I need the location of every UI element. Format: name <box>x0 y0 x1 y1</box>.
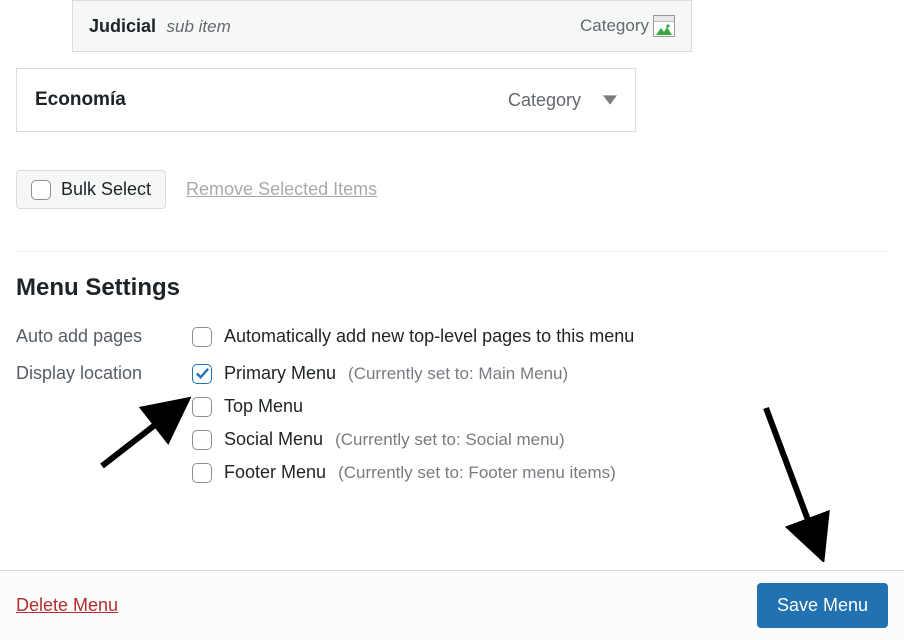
auto-add-pages-checkbox[interactable] <box>192 327 212 347</box>
display-location-checkbox[interactable] <box>192 430 212 450</box>
menu-sub-item-meta: sub item <box>166 17 230 36</box>
auto-add-pages-option[interactable]: Automatically add new top-level pages to… <box>192 326 634 347</box>
bulk-actions-row: Bulk Select Remove Selected Items <box>16 170 888 209</box>
menu-item-category-label: Category <box>508 90 581 111</box>
display-location-option-label: Social Menu <box>224 429 323 450</box>
display-location-option-label: Primary Menu <box>224 363 336 384</box>
display-location-options: Primary Menu (Currently set to: Main Menu… <box>192 363 616 483</box>
menu-sub-item-title-block: Judicial sub item <box>89 16 231 37</box>
bulk-select-label: Bulk Select <box>61 179 151 200</box>
display-location-option-paren: (Currently set to: Social menu) <box>335 430 565 450</box>
broken-image-icon <box>653 15 675 37</box>
remove-selected-link[interactable]: Remove Selected Items <box>186 179 377 200</box>
menu-sub-item-category-label: Category <box>580 16 649 36</box>
menu-item-right: Category <box>508 90 617 111</box>
auto-add-pages-text: Automatically add new top-level pages to… <box>224 326 634 347</box>
caret-down-icon[interactable] <box>603 93 617 107</box>
display-location-row: Display location Primary Menu (Currently … <box>16 363 888 483</box>
menu-item-title: Economía <box>35 89 126 111</box>
menu-sub-item-title: Judicial <box>89 16 156 36</box>
display-location-option[interactable]: Top Menu <box>192 396 616 417</box>
section-divider <box>16 251 888 252</box>
display-location-checkbox[interactable] <box>192 397 212 417</box>
display-location-option[interactable]: Primary Menu (Currently set to: Main Menu… <box>192 363 616 384</box>
menu-sub-item-right: Category <box>580 15 675 37</box>
bulk-select-checkbox[interactable] <box>31 180 51 200</box>
display-location-option-label: Footer Menu <box>224 462 326 483</box>
bottom-bar: Delete Menu Save Menu <box>0 570 904 640</box>
display-location-option[interactable]: Footer Menu (Currently set to: Footer men… <box>192 462 616 483</box>
display-location-option-paren: (Currently set to: Main Menu) <box>348 364 568 384</box>
menu-item-row[interactable]: Economía Category <box>16 68 636 132</box>
delete-menu-link[interactable]: Delete Menu <box>16 595 118 616</box>
menu-settings-heading: Menu Settings <box>16 274 888 302</box>
auto-add-pages-row: Auto add pages Automatically add new top… <box>16 326 888 347</box>
display-location-label: Display location <box>16 363 192 384</box>
save-menu-button[interactable]: Save Menu <box>757 583 888 628</box>
menu-sub-item-row[interactable]: Judicial sub item Category <box>72 0 692 52</box>
display-location-checkbox[interactable] <box>192 364 212 384</box>
display-location-option[interactable]: Social Menu (Currently set to: Social men… <box>192 429 616 450</box>
auto-add-pages-label: Auto add pages <box>16 326 192 347</box>
display-location-checkbox[interactable] <box>192 463 212 483</box>
display-location-option-paren: (Currently set to: Footer menu items) <box>338 463 616 483</box>
display-location-option-label: Top Menu <box>224 396 303 417</box>
bulk-select-toggle[interactable]: Bulk Select <box>16 170 166 209</box>
